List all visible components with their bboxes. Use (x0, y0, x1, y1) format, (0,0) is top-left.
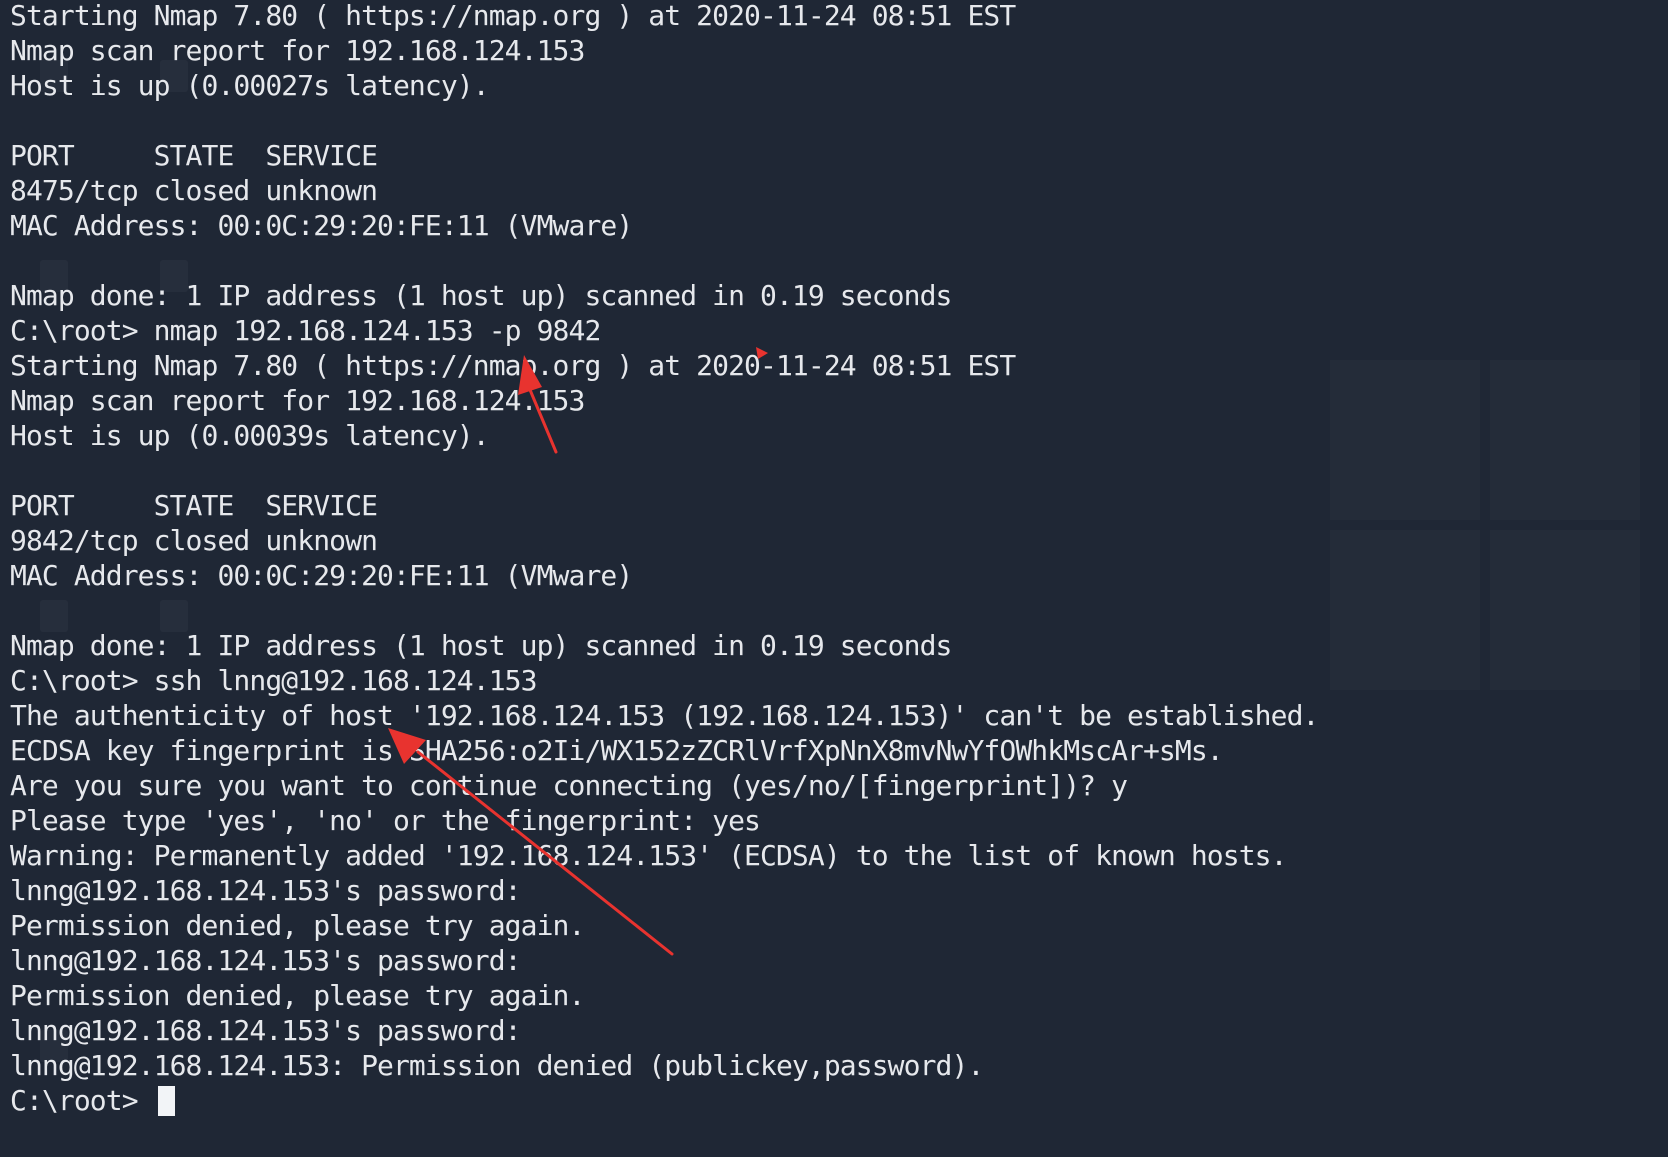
annotation-arrow-icon (518, 355, 558, 454)
annotation-arrows (388, 347, 768, 956)
annotation-mark-icon (756, 347, 768, 359)
annotation-arrow-icon (388, 728, 674, 956)
